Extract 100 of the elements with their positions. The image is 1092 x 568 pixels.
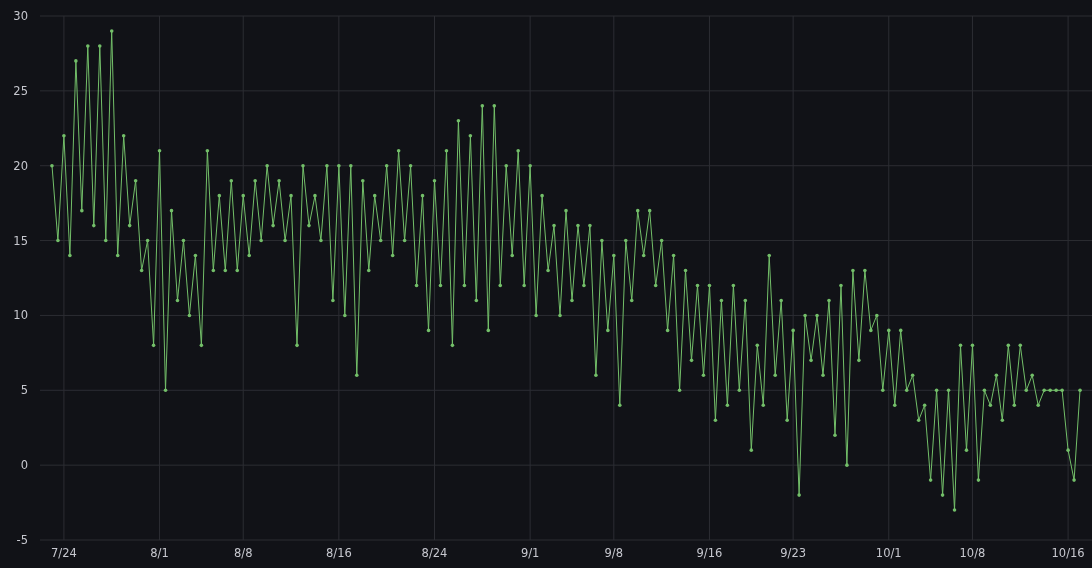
data-point bbox=[1036, 403, 1040, 408]
data-point bbox=[910, 373, 915, 378]
data-point bbox=[833, 433, 837, 437]
data-point bbox=[259, 238, 263, 243]
data-point bbox=[994, 373, 999, 378]
data-point bbox=[193, 253, 198, 258]
data-point bbox=[68, 253, 72, 258]
data-point bbox=[988, 403, 993, 408]
data-point bbox=[337, 163, 341, 168]
data-point bbox=[815, 313, 819, 318]
data-point bbox=[133, 178, 138, 183]
data-point bbox=[74, 59, 78, 63]
data-point bbox=[582, 283, 586, 288]
data-point bbox=[92, 223, 96, 228]
axis-tick-label: 20 bbox=[13, 158, 28, 173]
data-point bbox=[600, 238, 604, 243]
data-point bbox=[606, 328, 610, 333]
data-point bbox=[1000, 418, 1005, 423]
data-point bbox=[492, 104, 497, 108]
data-point bbox=[86, 44, 90, 48]
data-point bbox=[946, 388, 951, 393]
data-point bbox=[366, 268, 371, 273]
data-point bbox=[653, 283, 658, 288]
data-point bbox=[940, 493, 945, 497]
data-point bbox=[378, 238, 383, 243]
data-point bbox=[229, 178, 234, 183]
data-point bbox=[743, 298, 748, 303]
data-point bbox=[916, 418, 921, 423]
data-point bbox=[1060, 388, 1064, 393]
data-point bbox=[307, 223, 311, 228]
data-point bbox=[384, 163, 389, 168]
data-point bbox=[313, 193, 317, 198]
axis-tick-label: 8/8 bbox=[233, 546, 253, 560]
data-point bbox=[1054, 388, 1058, 393]
data-point bbox=[157, 148, 162, 153]
data-point bbox=[444, 148, 449, 153]
data-point bbox=[779, 298, 783, 303]
data-point bbox=[223, 268, 228, 273]
data-point bbox=[301, 163, 305, 168]
data-point bbox=[62, 133, 66, 138]
data-point bbox=[163, 388, 168, 393]
data-point bbox=[151, 343, 156, 348]
axis-tick-label: 0 bbox=[20, 458, 28, 473]
axis-tick-label: 7/24 bbox=[51, 546, 77, 560]
data-point bbox=[952, 508, 957, 512]
data-point bbox=[689, 358, 694, 363]
axis-tick-label: 9/23 bbox=[780, 546, 807, 560]
data-point bbox=[181, 238, 186, 243]
data-point bbox=[283, 238, 287, 243]
data-point bbox=[863, 268, 867, 273]
data-point bbox=[785, 418, 789, 423]
data-point bbox=[851, 268, 855, 273]
data-point bbox=[737, 388, 742, 393]
data-point bbox=[534, 313, 538, 318]
data-point bbox=[546, 268, 550, 273]
data-point bbox=[1018, 343, 1023, 348]
data-point bbox=[522, 283, 526, 288]
data-point bbox=[175, 298, 180, 303]
data-point bbox=[402, 238, 407, 243]
data-point bbox=[295, 343, 299, 348]
data-point bbox=[349, 163, 353, 168]
data-point bbox=[396, 148, 401, 153]
axis-tick-label: 10/1 bbox=[875, 546, 902, 560]
data-point bbox=[803, 313, 807, 318]
axis-tick-label: 10/8 bbox=[959, 546, 986, 560]
data-point bbox=[516, 148, 520, 153]
data-point bbox=[755, 343, 760, 348]
axis-tick-label: 9/8 bbox=[604, 546, 624, 560]
data-point bbox=[731, 283, 736, 288]
data-point bbox=[145, 238, 150, 243]
data-point bbox=[462, 283, 467, 288]
data-point bbox=[612, 253, 616, 258]
data-point bbox=[474, 298, 479, 303]
data-point bbox=[277, 178, 281, 183]
data-point bbox=[934, 388, 939, 393]
data-point bbox=[749, 448, 754, 452]
data-point bbox=[211, 268, 216, 273]
data-point bbox=[857, 358, 861, 363]
axis-tick-label: 30 bbox=[13, 9, 28, 23]
data-point bbox=[629, 298, 634, 303]
data-point bbox=[540, 193, 544, 198]
data-point bbox=[1072, 478, 1076, 482]
data-point bbox=[50, 163, 54, 168]
data-point bbox=[127, 223, 132, 228]
data-point bbox=[588, 223, 592, 228]
data-point bbox=[707, 283, 712, 288]
data-point bbox=[570, 298, 574, 303]
data-point bbox=[199, 343, 204, 348]
data-point bbox=[438, 283, 443, 288]
data-point bbox=[426, 328, 431, 333]
data-point bbox=[677, 388, 682, 393]
data-point bbox=[881, 388, 885, 393]
data-point bbox=[970, 343, 975, 348]
data-point bbox=[647, 208, 652, 213]
data-point bbox=[80, 208, 84, 213]
data-point bbox=[1066, 448, 1070, 452]
data-point bbox=[139, 268, 144, 273]
data-point bbox=[719, 298, 724, 303]
data-point bbox=[982, 388, 987, 393]
data-point bbox=[319, 238, 323, 243]
